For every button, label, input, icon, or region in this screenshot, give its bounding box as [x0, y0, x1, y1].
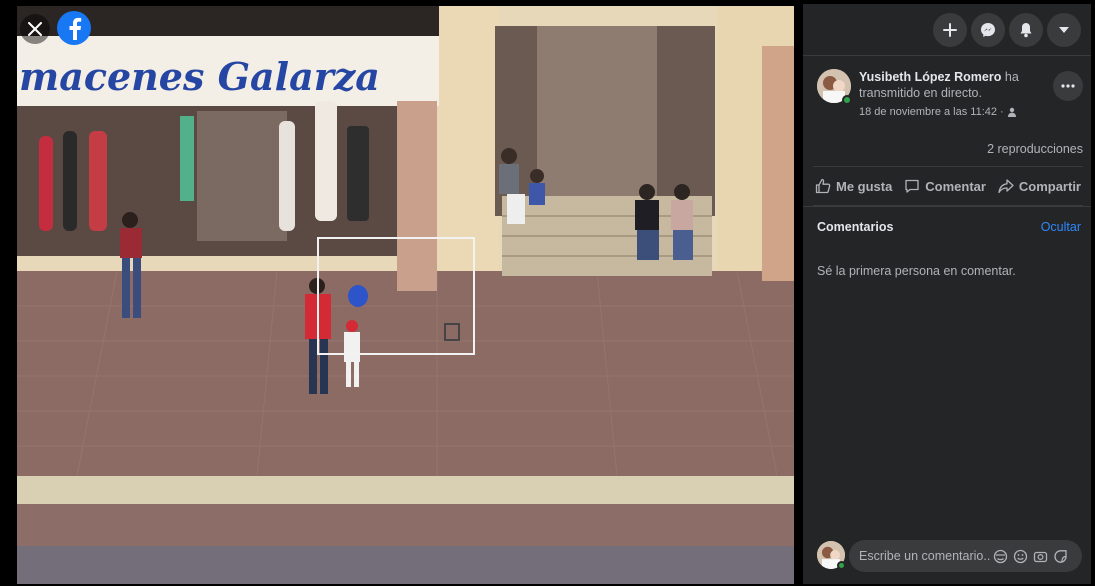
comment-bubble-icon: [905, 179, 919, 193]
thumbs-up-icon: [815, 178, 831, 194]
avatar-sticker-button[interactable]: [993, 549, 1008, 564]
post-timestamp[interactable]: 18 de noviembre a las 11:42 ·: [859, 106, 1004, 118]
share-arrow-icon: [998, 179, 1014, 194]
close-icon: [28, 22, 42, 36]
more-dots-icon: [1061, 84, 1075, 88]
bell-icon: [1020, 23, 1032, 38]
emoji-icon: [1013, 549, 1028, 563]
messenger-button[interactable]: [971, 13, 1005, 47]
notifications-button[interactable]: [1009, 13, 1043, 47]
caret-down-icon: [1059, 27, 1069, 33]
post-header: Yusibeth López Romero ha transmitido en …: [803, 64, 1091, 134]
store-sign-text: macenes Galarza: [19, 54, 380, 99]
composer-online-dot: [837, 561, 846, 570]
comment-button[interactable]: Comentar: [904, 178, 986, 194]
messenger-icon: [981, 23, 995, 37]
share-label: Compartir: [1018, 178, 1081, 194]
like-button[interactable]: Me gusta: [815, 178, 892, 194]
post-side-panel: Yusibeth López Romero ha transmitido en …: [803, 4, 1091, 584]
create-button[interactable]: [933, 13, 967, 47]
post-actions-bar: Me gusta Comentar Compartir: [813, 166, 1083, 206]
comment-input[interactable]: [859, 549, 991, 563]
hide-comments-link[interactable]: Ocultar: [1041, 220, 1081, 234]
camera-icon: [1033, 551, 1048, 562]
comment-label: Comentar: [925, 178, 986, 194]
post-options-button[interactable]: [1053, 71, 1083, 101]
author-name[interactable]: Yusibeth López Romero: [859, 70, 1001, 84]
sticker-icon: [1054, 549, 1067, 563]
video-viewer: macenes Galarza: [0, 0, 798, 586]
sticker-button[interactable]: [1053, 549, 1068, 564]
composer-tools: [993, 549, 1068, 564]
facebook-logo-button[interactable]: [57, 11, 91, 45]
friends-icon: [1007, 107, 1016, 117]
share-button[interactable]: Compartir: [998, 178, 1081, 194]
camera-button[interactable]: [1033, 549, 1048, 564]
video-frame: macenes Galarza: [17, 6, 794, 584]
view-count[interactable]: 2 reproducciones: [987, 142, 1083, 156]
post-meta: 18 de noviembre a las 11:42 ·: [859, 106, 1017, 118]
account-menu-button[interactable]: [1047, 13, 1081, 47]
comments-title: Comentarios: [817, 219, 894, 234]
facebook-logo-icon: [69, 17, 82, 40]
like-label: Me gusta: [836, 178, 893, 194]
post-author-line: Yusibeth López Romero ha transmitido en …: [859, 69, 1049, 101]
comment-box: [849, 540, 1082, 572]
no-comments-message: Sé la primera persona en comentar.: [817, 264, 1016, 278]
online-status-dot: [842, 95, 852, 105]
emoji-button[interactable]: [1013, 549, 1028, 564]
comment-composer: [803, 536, 1091, 576]
avatar-sticker-icon: [993, 549, 1008, 563]
top-navigation: [803, 4, 1091, 56]
plus-icon: [943, 23, 957, 37]
video-player[interactable]: macenes Galarza: [17, 6, 794, 584]
close-button[interactable]: [20, 14, 50, 44]
comments-header: Comentarios Ocultar: [803, 206, 1091, 246]
